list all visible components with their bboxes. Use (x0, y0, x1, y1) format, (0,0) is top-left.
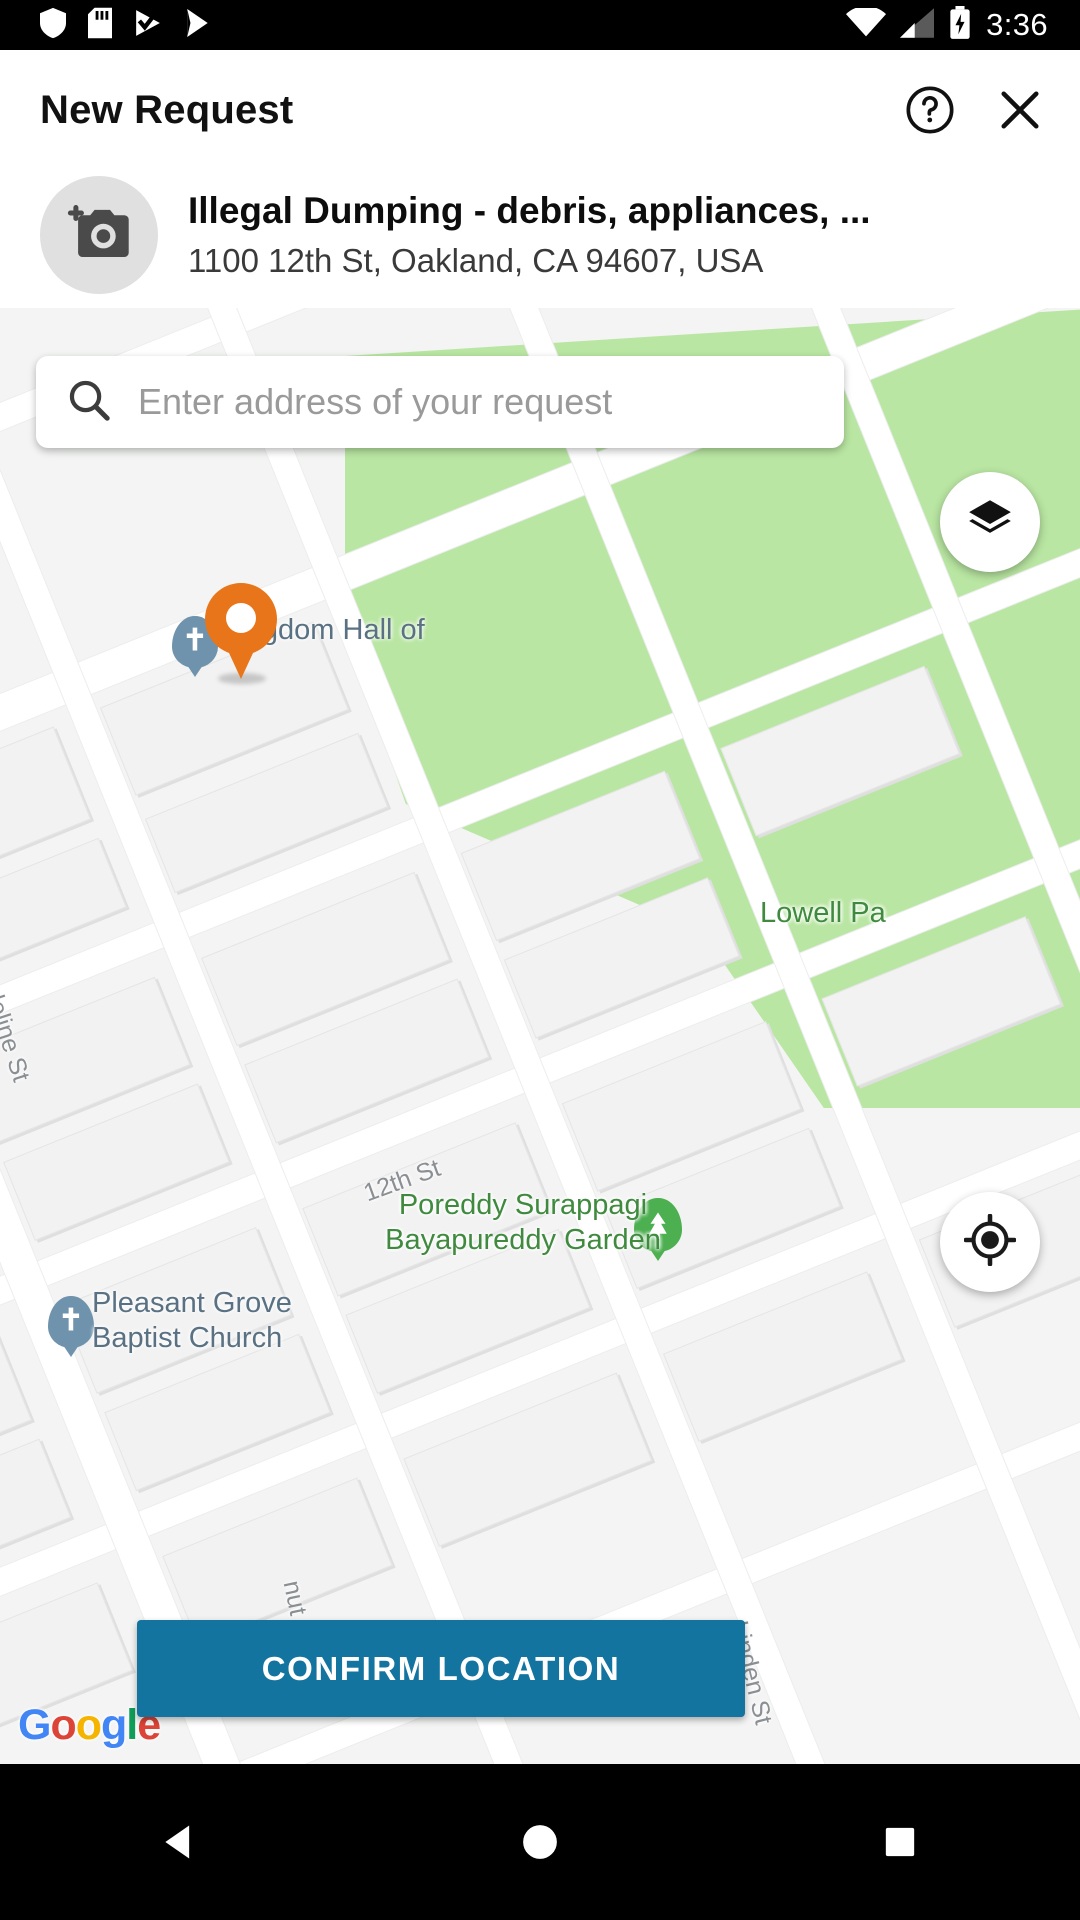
cross-icon: ✝ (182, 624, 208, 657)
request-address: 1100 12th St, Oakland, CA 94607, USA (188, 242, 764, 280)
cellular-signal-icon (900, 7, 935, 43)
header-top-row: New Request (0, 50, 1080, 170)
search-input[interactable]: Enter address of your request (112, 381, 612, 423)
header-actions (902, 82, 1048, 138)
map-label-poreddy-garden-line2: Bayapureddy Garden (385, 1223, 661, 1256)
request-summary-row[interactable]: Illegal Dumping - debris, appliances, ..… (0, 170, 1080, 294)
close-icon[interactable] (992, 82, 1048, 138)
help-circle-icon[interactable] (902, 82, 958, 138)
app-header: New Request Illegal Dumping - debris, ap… (0, 50, 1080, 308)
status-bar: 3:36 (0, 0, 1080, 50)
page-title: New Request (40, 87, 294, 132)
cross-icon: ✝ (58, 1304, 84, 1337)
layers-icon (965, 495, 1015, 550)
confirm-location-button[interactable]: CONFIRM LOCATION (137, 1620, 745, 1717)
my-location-icon (963, 1212, 1017, 1271)
map-canvas: ✝ Kingdom Hall of Lowell Pa Poreddy Sura… (0, 308, 1080, 1764)
google-logo-letter: g (101, 1701, 127, 1749)
sd-card-icon (88, 7, 112, 44)
battery-charging-icon (948, 5, 972, 45)
recents-square-icon[interactable] (840, 1782, 960, 1902)
map-label-lowell-park[interactable]: Lowell Pa (760, 896, 886, 931)
play-store-icon (184, 7, 212, 44)
back-triangle-icon[interactable] (120, 1782, 240, 1902)
wifi-icon (846, 5, 887, 43)
google-logo-letter: o (50, 1701, 76, 1749)
status-bar-right-icons: 3:36 (846, 5, 1080, 45)
request-category-title: Illegal Dumping - debris, appliances, ..… (188, 189, 871, 231)
my-location-button[interactable] (940, 1192, 1040, 1292)
status-bar-clock: 3:36 (986, 7, 1048, 42)
home-circle-icon[interactable] (480, 1782, 600, 1902)
play-protect-icon (134, 7, 162, 44)
map-label-pleasant-grove-line2: Baptist Church (92, 1321, 283, 1354)
request-summary-text: Illegal Dumping - debris, appliances, ..… (158, 190, 871, 281)
address-search-box[interactable]: Enter address of your request (36, 356, 844, 448)
android-navigation-bar (0, 1764, 1080, 1920)
map-label-pleasant-grove[interactable]: Pleasant Grove Baptist Church (92, 1286, 292, 1356)
location-pin-icon[interactable] (205, 583, 277, 679)
status-bar-left-icons (0, 7, 212, 44)
search-icon (66, 377, 112, 428)
google-logo-letter: l (126, 1701, 138, 1749)
map-label-poreddy-garden[interactable]: Poreddy Surappagi Bayapureddy Garden (358, 1188, 688, 1258)
map-layers-button[interactable] (940, 472, 1040, 572)
shield-icon (40, 7, 66, 44)
google-logo-letter: o (75, 1701, 102, 1749)
google-logo-letter: G (18, 1701, 51, 1749)
map-label-pleasant-grove-line1: Pleasant Grove (92, 1287, 292, 1319)
church-poi-marker-pleasant-grove[interactable]: ✝ (48, 1296, 94, 1348)
map-view[interactable]: ✝ Kingdom Hall of Lowell Pa Poreddy Sura… (0, 308, 1080, 1764)
add-photo-camera-icon[interactable] (40, 176, 158, 294)
street-grid (0, 308, 1080, 1764)
